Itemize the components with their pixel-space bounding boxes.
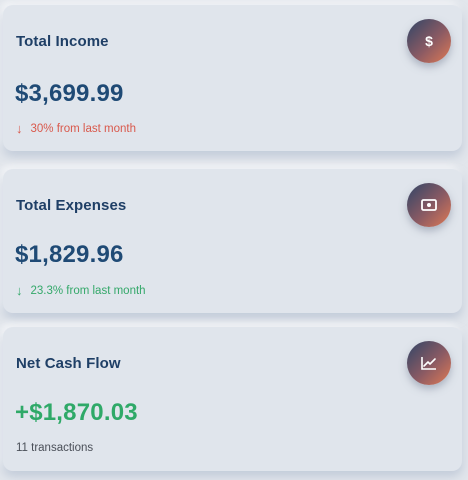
dollar-icon: $ bbox=[425, 33, 433, 49]
arrow-down-icon: ↓ bbox=[16, 283, 23, 298]
money-bill-icon bbox=[421, 199, 437, 211]
net-cash-flow-card: Net Cash Flow +$1,870.03 11 transactions bbox=[3, 327, 462, 471]
card-subtitle: 11 transactions bbox=[16, 442, 94, 454]
card-title: Total Income bbox=[16, 33, 109, 50]
dashboard-summary: Total Income $ $3,699.99 ↓ 30% from last… bbox=[0, 0, 468, 480]
card-title: Total Expenses bbox=[16, 197, 127, 214]
card-amount: +$1,870.03 bbox=[15, 399, 138, 426]
expenses-icon-badge bbox=[407, 183, 451, 227]
card-subtitle: 23.3% from last month bbox=[30, 284, 146, 297]
chart-line-icon bbox=[421, 356, 437, 370]
card-amount: $1,829.96 bbox=[15, 241, 124, 268]
cash-flow-icon-badge bbox=[407, 341, 451, 385]
card-trend: 11 transactions bbox=[16, 442, 93, 454]
card-subtitle: 30% from last month bbox=[30, 122, 136, 135]
card-trend: ↓ 30% from last month bbox=[16, 122, 136, 135]
card-title: Net Cash Flow bbox=[16, 355, 121, 372]
card-trend: ↓ 23.3% from last month bbox=[16, 284, 146, 297]
income-icon-badge: $ bbox=[407, 19, 451, 63]
total-expenses-card: Total Expenses $1,829.96 ↓ 23.3% from la… bbox=[3, 169, 462, 313]
arrow-down-icon: ↓ bbox=[16, 121, 23, 136]
card-amount: $3,699.99 bbox=[15, 80, 124, 107]
total-income-card: Total Income $ $3,699.99 ↓ 30% from last… bbox=[3, 5, 462, 151]
